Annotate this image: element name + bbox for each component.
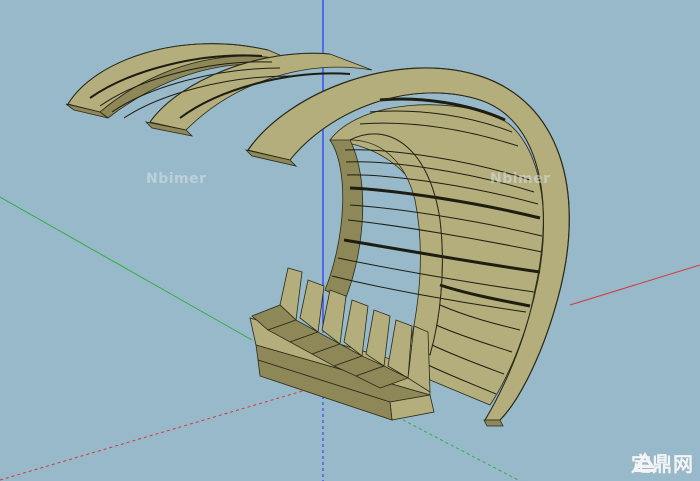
zhulong-logo-icon (633, 452, 657, 472)
3d-viewport[interactable]: Nbimer Nbimer 定鼎网 (0, 0, 700, 481)
site-logo: 定鼎网 (631, 448, 694, 477)
watermark-right: Nbimer (490, 171, 551, 187)
watermark-left: Nbimer (146, 171, 207, 187)
3d-model-canvas[interactable] (0, 0, 700, 481)
